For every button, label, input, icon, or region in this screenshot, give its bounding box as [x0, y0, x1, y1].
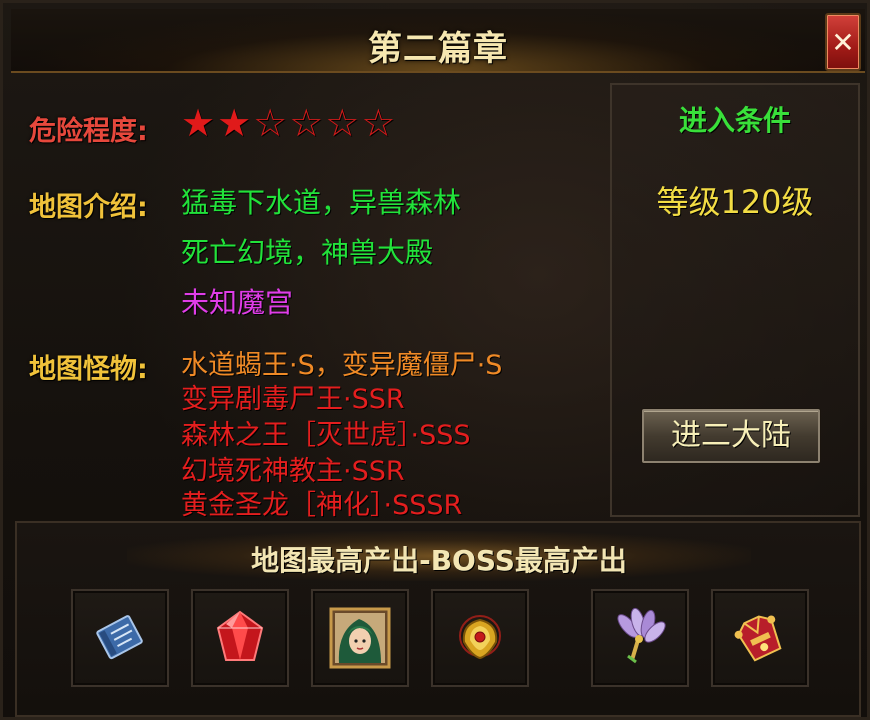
reward-slot[interactable] — [431, 589, 529, 687]
close-icon: ✕ — [831, 25, 855, 59]
monster-label: 地图怪物: — [29, 354, 148, 385]
reward-slot[interactable] — [191, 589, 289, 687]
empty-stars-icon: ☆☆☆☆ — [253, 101, 398, 145]
skill-book-icon — [96, 615, 143, 660]
entry-condition-panel: 进入条件 等级120级 进二大陆 — [610, 83, 860, 517]
rewards-title-bar: 地图最高产出-BOSS最高产出 — [127, 531, 751, 581]
intro-line: 未知魔宫 — [181, 286, 294, 319]
enter-continent-button[interactable]: 进二大陆 — [642, 409, 820, 463]
title-bar: 第二篇章 — [11, 9, 865, 73]
level-requirement: 等级120级 — [656, 183, 814, 221]
monster-line: 森林之王［灭世虎］·SSS — [181, 420, 471, 451]
dialog-title: 第二篇章 — [368, 29, 508, 69]
reward-slot[interactable] — [711, 589, 809, 687]
reward-slot[interactable] — [311, 589, 409, 687]
gold-amulet-icon — [459, 615, 501, 660]
chapter-dialog: 第二篇章 ✕ 危险程度: ★★☆☆☆☆ 地图介绍: 猛毒下水道，异兽森林 死亡幻… — [0, 0, 870, 720]
feather-fan-icon — [617, 607, 666, 664]
monster-line: 黄金圣龙［神化］·SSSR — [181, 490, 463, 521]
rewards-title: 地图最高产出-BOSS最高产出 — [251, 544, 627, 577]
map-info: 危险程度: ★★☆☆☆☆ 地图介绍: 猛毒下水道，异兽森林 死亡幻境，神兽大殿 … — [15, 81, 609, 521]
reward-slot[interactable] — [71, 589, 169, 687]
hero-portrait-icon — [329, 607, 391, 669]
intro-label: 地图介绍: — [29, 192, 148, 223]
ornate-armor-icon — [734, 615, 782, 662]
intro-line: 猛毒下水道，异兽森林 — [181, 186, 462, 219]
reward-slot[interactable] — [591, 589, 689, 687]
danger-rating: ★★☆☆☆☆ — [181, 101, 397, 145]
danger-label: 危险程度: — [29, 116, 148, 147]
monster-line: 变异剧毒尸王·SSR — [181, 384, 405, 415]
intro-line: 死亡幻境，神兽大殿 — [181, 236, 434, 269]
rewards-panel: 地图最高产出-BOSS最高产出 — [15, 521, 861, 717]
condition-title: 进入条件 — [678, 104, 791, 137]
close-button[interactable]: ✕ — [825, 13, 861, 71]
red-gem-icon — [216, 610, 264, 661]
filled-stars-icon: ★★ — [181, 101, 254, 145]
